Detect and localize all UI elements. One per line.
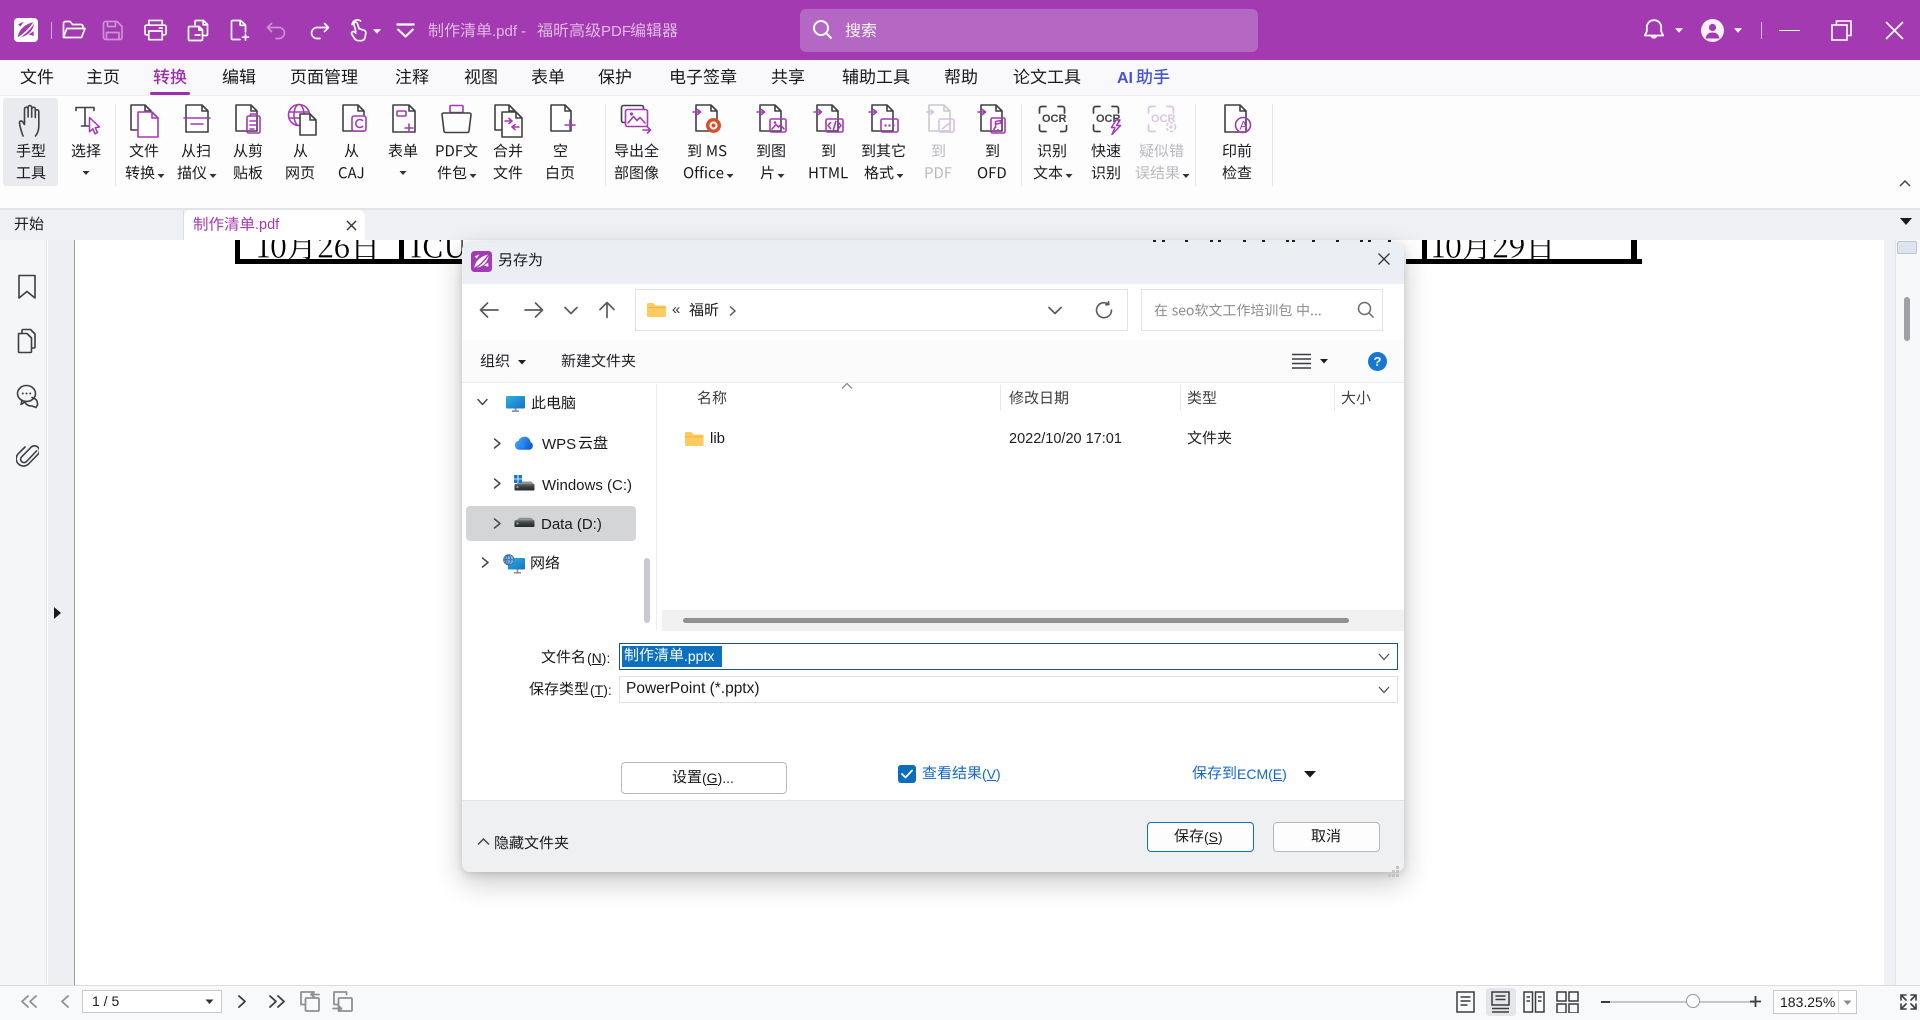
svg-text:OCR: OCR — [1042, 113, 1067, 125]
svg-text:A: A — [1240, 119, 1248, 133]
svg-text:OCR: OCR — [1096, 113, 1121, 125]
